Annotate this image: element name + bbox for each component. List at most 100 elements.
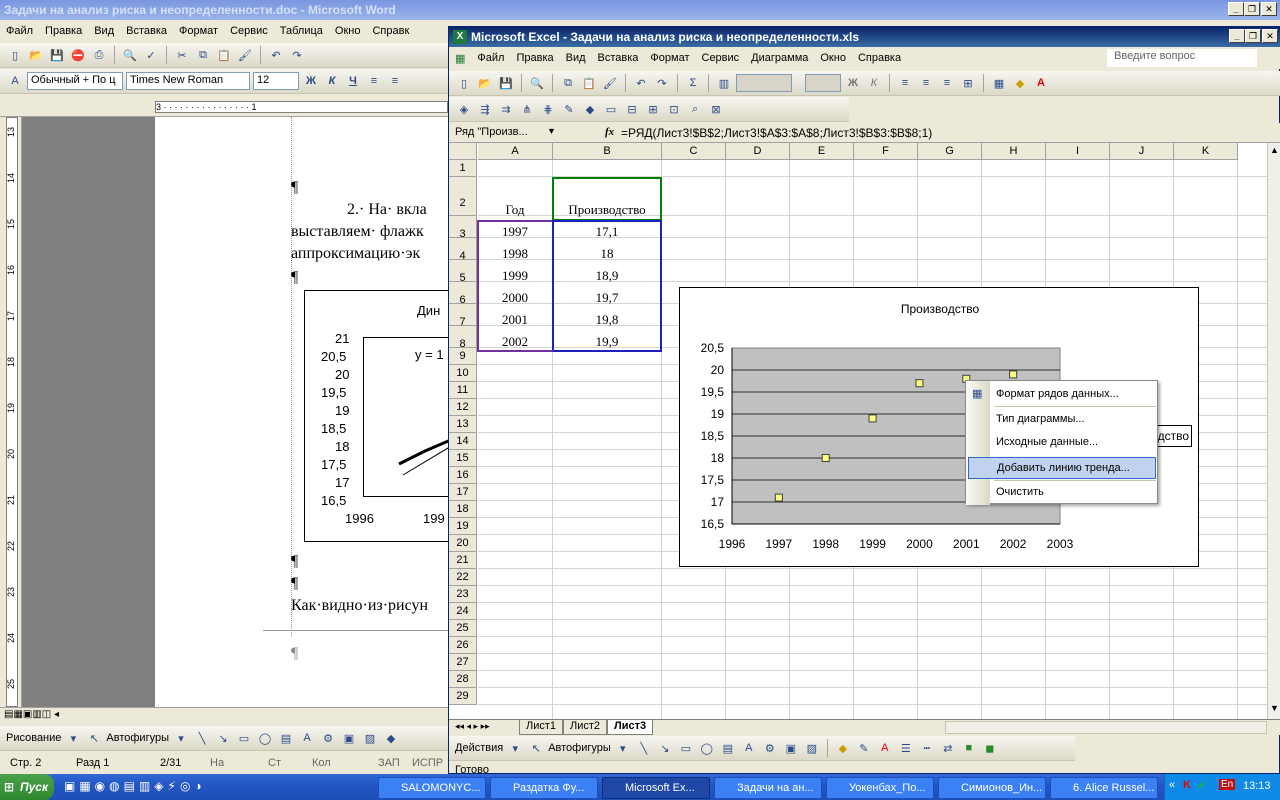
- tray-expand-icon[interactable]: «: [1169, 779, 1175, 791]
- row-header[interactable]: 12: [449, 399, 477, 416]
- cut-icon[interactable]: ✂: [173, 46, 191, 64]
- tray-lang[interactable]: En: [1219, 779, 1236, 790]
- toolbar-icon[interactable]: ◆: [581, 100, 599, 118]
- font-color-icon[interactable]: A: [1032, 74, 1050, 92]
- format-painter-icon[interactable]: 🖌: [236, 46, 254, 64]
- style-combo[interactable]: Обычный + По ц: [27, 72, 123, 90]
- excel-menu-6[interactable]: Диаграмма: [745, 52, 814, 64]
- shadow-icon[interactable]: ■: [960, 739, 978, 757]
- word-menu-8[interactable]: Справк: [366, 25, 415, 37]
- data-point[interactable]: [915, 379, 924, 388]
- column-header[interactable]: C: [662, 143, 726, 160]
- actions-button[interactable]: Действия: [455, 742, 503, 754]
- open-icon[interactable]: 📂: [476, 74, 494, 92]
- row-header[interactable]: 4: [449, 238, 477, 262]
- data-point[interactable]: [774, 493, 783, 502]
- row-header[interactable]: 7: [449, 304, 477, 328]
- name-box[interactable]: Ряд "Произв...: [451, 124, 559, 142]
- permission-icon[interactable]: ⛔: [69, 46, 87, 64]
- row-header[interactable]: 26: [449, 637, 477, 654]
- column-header[interactable]: G: [918, 143, 982, 160]
- word-drawing-button[interactable]: Рисование: [6, 732, 61, 744]
- task-salomonyc[interactable]: SALOMONYC...: [378, 777, 486, 799]
- copy-icon[interactable]: ⧉: [194, 46, 212, 64]
- row-header[interactable]: 10: [449, 365, 477, 382]
- word-ruler-top[interactable]: 3 · · · · · · · · · · · · · · · · 1: [0, 97, 448, 117]
- menu-source-data[interactable]: Исходные данные...: [966, 431, 1156, 453]
- row-header[interactable]: 13: [449, 416, 477, 433]
- toolbar-icon[interactable]: ⊠: [707, 100, 725, 118]
- scroll-down-icon[interactable]: ▼: [1270, 703, 1279, 713]
- word-menu-4[interactable]: Формат: [173, 25, 224, 37]
- row-header[interactable]: 11: [449, 382, 477, 399]
- undo-icon[interactable]: ↶: [632, 74, 650, 92]
- formula-input[interactable]: =РЯД(Лист3!$B$2;Лист3!$A$3:$A$8;Лист3!$B…: [621, 126, 932, 140]
- word-autoshapes-button[interactable]: Автофигуры: [106, 732, 169, 744]
- view-buttons-icon[interactable]: ▤▦▣▥◫ ◂: [4, 709, 59, 720]
- row-header[interactable]: 18: [449, 501, 477, 518]
- toolbar-icon[interactable]: ✎: [560, 100, 578, 118]
- bold-icon[interactable]: Ж: [844, 74, 862, 92]
- column-header[interactable]: A: [478, 143, 553, 160]
- column-header[interactable]: I: [1046, 143, 1110, 160]
- italic-icon[interactable]: К: [323, 72, 341, 90]
- word-ruler-left[interactable]: 13 14 15 16 17 18 19 20 21 22 23 24 25: [0, 117, 22, 707]
- fill-color-icon[interactable]: ◆: [834, 739, 852, 757]
- font-size-combo[interactable]: [805, 74, 841, 92]
- toolbar-icon[interactable]: ⌕: [686, 100, 704, 118]
- column-header[interactable]: E: [790, 143, 854, 160]
- excel-menu-1[interactable]: Правка: [510, 52, 559, 64]
- data-point[interactable]: [821, 454, 830, 462]
- fill-color-icon[interactable]: ◆: [1011, 74, 1029, 92]
- row-header[interactable]: 16: [449, 467, 477, 484]
- help-question-input[interactable]: Введите вопрос: [1107, 49, 1258, 67]
- excel-menu-7[interactable]: Окно: [814, 52, 852, 64]
- redo-icon[interactable]: ↷: [288, 46, 306, 64]
- excel-menu-3[interactable]: Вставка: [592, 52, 645, 64]
- picture-icon[interactable]: ▨: [361, 729, 379, 747]
- excel-titlebar[interactable]: X Microsoft Excel - Задачи на анализ рис…: [449, 27, 1280, 47]
- menu-chart-type[interactable]: Тип диаграммы...: [966, 408, 1156, 430]
- tray-k-icon[interactable]: K: [1183, 779, 1191, 791]
- scroll-up-icon[interactable]: ▲: [1270, 145, 1279, 155]
- arrow-style-icon[interactable]: ⇄: [939, 739, 957, 757]
- align-left-icon[interactable]: ≡: [896, 74, 914, 92]
- column-header[interactable]: H: [982, 143, 1046, 160]
- toolbar-icon[interactable]: ⊟: [623, 100, 641, 118]
- undo-icon[interactable]: ↶: [267, 46, 285, 64]
- word-menu-2[interactable]: Вид: [88, 25, 120, 37]
- excel-close-button[interactable]: ✕: [1262, 29, 1278, 43]
- data-point[interactable]: [1009, 370, 1018, 379]
- zoom-combo[interactable]: [736, 74, 792, 92]
- line-icon[interactable]: ╲: [193, 729, 211, 747]
- column-header[interactable]: F: [854, 143, 918, 160]
- start-button[interactable]: ⊞ Пуск: [0, 774, 54, 800]
- word-menu-1[interactable]: Правка: [39, 25, 88, 37]
- underline-icon[interactable]: Ч: [344, 72, 362, 90]
- task-razdatka[interactable]: Раздатка Фу...: [490, 777, 598, 799]
- row-header[interactable]: 8: [449, 326, 477, 350]
- excel-vscroll[interactable]: ▲ ▼: [1267, 143, 1280, 719]
- word-hscroll[interactable]: ▤▦▣▥◫ ◂: [0, 707, 448, 723]
- row-header[interactable]: 2: [449, 177, 477, 216]
- clipart-icon[interactable]: ▣: [782, 739, 800, 757]
- paste-icon[interactable]: 📋: [580, 74, 598, 92]
- toolbar-icon[interactable]: ⋔: [518, 100, 536, 118]
- row-header[interactable]: 3: [449, 216, 477, 240]
- dropdown-arrow-icon[interactable]: ▾: [64, 729, 82, 747]
- row-header[interactable]: 15: [449, 450, 477, 467]
- copy-icon[interactable]: ⧉: [559, 74, 577, 92]
- preview-icon[interactable]: 🔍: [121, 46, 139, 64]
- line-style-icon[interactable]: ☰: [897, 739, 915, 757]
- clipart-icon[interactable]: ▣: [340, 729, 358, 747]
- word-close-button[interactable]: ✕: [1261, 2, 1277, 16]
- row-header[interactable]: 19: [449, 518, 477, 535]
- word-menu-5[interactable]: Сервис: [224, 25, 274, 37]
- toolbar-icon[interactable]: ⊞: [644, 100, 662, 118]
- dropdown-arrow-icon[interactable]: ▾: [172, 729, 190, 747]
- picture-icon[interactable]: ▨: [803, 739, 821, 757]
- fill-color-icon[interactable]: ◆: [382, 729, 400, 747]
- column-header[interactable]: B: [553, 143, 662, 160]
- word-restore-button[interactable]: ❐: [1244, 2, 1260, 16]
- pointer-icon[interactable]: ↖: [85, 729, 103, 747]
